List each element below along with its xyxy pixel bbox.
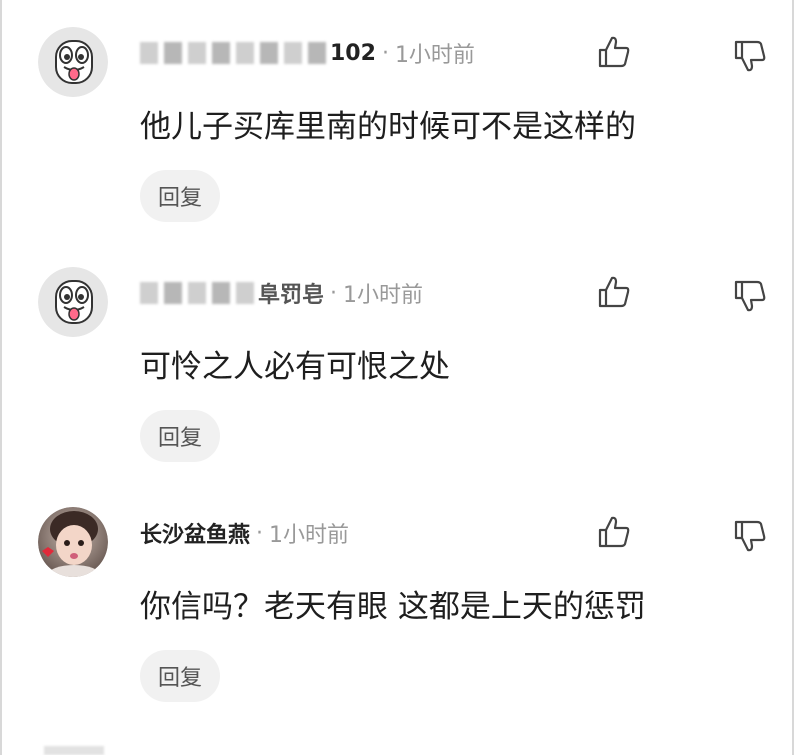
username[interactable]: 阜罚皂	[258, 277, 324, 309]
comment-item: 102 · 1小时前 他儿子买库里南的时候可不是这样的 回复	[2, 0, 800, 240]
timestamp: 1小时前	[269, 523, 350, 548]
next-avatar-partial	[44, 746, 104, 755]
separator-dot: ·	[256, 520, 264, 546]
avatar[interactable]	[38, 27, 108, 97]
comment-header: 阜罚皂 · 1小时前	[140, 276, 423, 310]
avatar[interactable]	[38, 267, 108, 337]
username[interactable]: 长沙盆鱼燕	[140, 517, 250, 549]
thumbs-up-icon[interactable]	[596, 514, 632, 550]
username-blurred	[140, 282, 254, 304]
timestamp: 1小时前	[343, 283, 424, 308]
comment-text: 你信吗？老天有眼 这都是上天的惩罚	[140, 589, 646, 625]
comment-text: 他儿子买库里南的时候可不是这样的	[140, 109, 636, 145]
username-blurred	[140, 42, 326, 64]
separator-dot: ·	[330, 280, 338, 306]
timestamp: 1小时前	[394, 43, 475, 68]
thumbs-up-icon[interactable]	[596, 274, 632, 310]
comment-header: 102 · 1小时前	[140, 36, 475, 70]
comment-item: 阜罚皂 · 1小时前 可怜之人必有可恨之处 回复	[2, 240, 800, 480]
thumbs-down-icon[interactable]	[732, 278, 768, 314]
comment-text: 可怜之人必有可恨之处	[140, 349, 450, 385]
reply-button[interactable]: 回复	[140, 170, 220, 222]
comment-header: 长沙盆鱼燕 · 1小时前	[140, 516, 349, 550]
thumbs-down-icon[interactable]	[732, 38, 768, 74]
username[interactable]: 102	[330, 41, 376, 66]
thumbs-down-icon[interactable]	[732, 518, 768, 554]
thumbs-up-icon[interactable]	[596, 34, 632, 70]
comment-list: 102 · 1小时前 他儿子买库里南的时候可不是这样的 回复 阜罚皂 · 1小时…	[0, 0, 794, 755]
avatar[interactable]	[38, 507, 108, 577]
separator-dot: ·	[381, 40, 389, 66]
comment-item: 长沙盆鱼燕 · 1小时前 你信吗？老天有眼 这都是上天的惩罚 回复	[2, 480, 800, 720]
reply-button[interactable]: 回复	[140, 410, 220, 462]
reply-button[interactable]: 回复	[140, 650, 220, 702]
